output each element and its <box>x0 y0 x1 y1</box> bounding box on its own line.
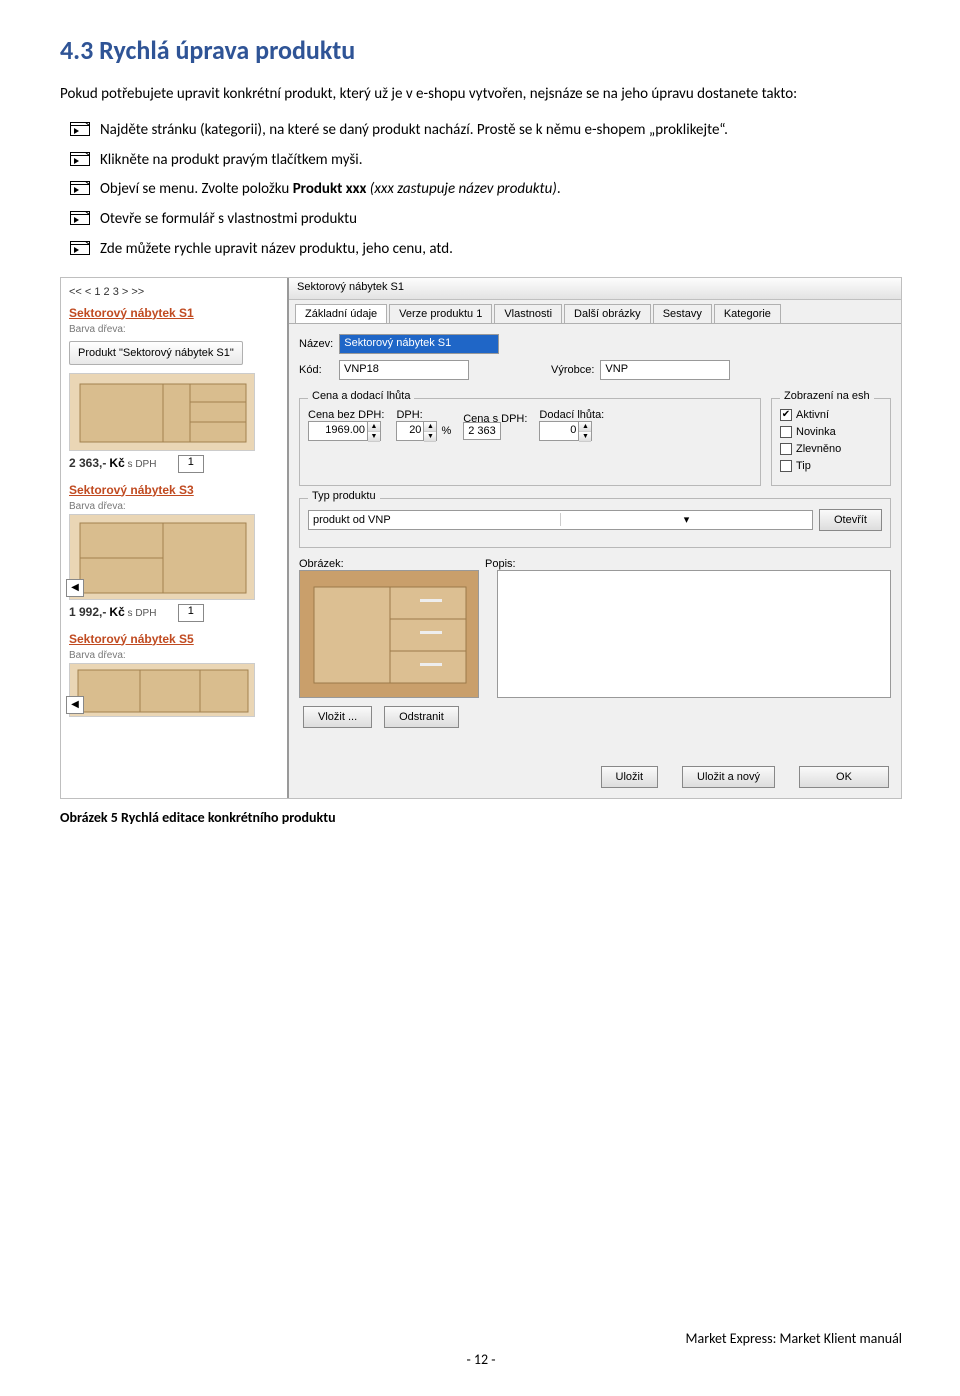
save-new-button[interactable]: Uložit a nový <box>682 766 775 788</box>
attribute-label: Barva dřeva: <box>69 650 279 661</box>
spinner-icon[interactable]: ▲▼ <box>578 421 592 441</box>
spinner-icon[interactable]: ▲▼ <box>423 421 437 441</box>
vat-label: DPH: <box>396 409 451 421</box>
bullet-text: Objeví se menu. Zvolte položku Produkt x… <box>100 179 561 201</box>
code-input[interactable]: VNP18 <box>339 360 469 380</box>
product-thumbnail[interactable]: ◀ <box>69 663 255 717</box>
delivery-input[interactable]: 0 <box>539 421 579 441</box>
bullet-window-icon <box>70 211 90 227</box>
screenshot-figure: << < 1 2 3 > >> Sektorový nábytek S1 Bar… <box>60 277 902 799</box>
insert-button[interactable]: Vložit ... <box>303 706 372 728</box>
scroll-left-icon[interactable]: ◀ <box>66 696 84 714</box>
ok-button[interactable]: OK <box>799 766 889 788</box>
price-ex-label: Cena bez DPH: <box>308 409 384 421</box>
maker-input[interactable]: VNP <box>600 360 730 380</box>
save-button[interactable]: Uložit <box>601 766 659 788</box>
tab-sets[interactable]: Sestavy <box>653 304 712 323</box>
bullet-window-icon <box>70 122 90 138</box>
figure-caption: Obrázek 5 Rychlá editace konkrétního pro… <box>60 809 902 826</box>
page-footer: Market Express: Market Klient manuál - 1… <box>60 1330 902 1368</box>
price-row: 2 363,- Kč s DPH 1 <box>69 455 279 473</box>
product-thumbnail[interactable]: ◀ <box>69 514 255 600</box>
product-link-s3[interactable]: Sektorový nábytek S3 <box>69 483 279 497</box>
tab-bar: Základní údaje Verze produktu 1 Vlastnos… <box>289 300 901 323</box>
pager[interactable]: << < 1 2 3 > >> <box>69 286 279 298</box>
pct-sign: % <box>441 425 451 437</box>
footer-brand: Market Express: Market Klient manuál <box>60 1330 902 1347</box>
qty-input[interactable]: 1 <box>178 455 204 473</box>
qty-input[interactable]: 1 <box>178 604 204 622</box>
attribute-label: Barva dřeva: <box>69 324 279 335</box>
delivery-label: Dodací lhůta: <box>539 409 604 421</box>
description-textarea[interactable] <box>497 570 891 698</box>
section-heading: 4.3 Rychlá úprava produktu <box>60 34 902 66</box>
price-in-input[interactable]: 2 363 <box>463 422 501 440</box>
context-menu-item[interactable]: Produkt "Sektorový nábytek S1" <box>69 341 243 365</box>
bullet-text: Otevře se formulář s vlastnostmi produkt… <box>100 209 357 231</box>
eshop-panel: << < 1 2 3 > >> Sektorový nábytek S1 Bar… <box>61 278 289 798</box>
spinner-icon[interactable]: ▲▼ <box>367 421 381 441</box>
type-combobox[interactable]: produkt od VNP▾ <box>308 510 813 530</box>
footer-page: - 12 - <box>60 1351 902 1368</box>
code-label: Kód: <box>299 364 333 376</box>
tab-cats[interactable]: Kategorie <box>714 304 781 323</box>
product-image-preview[interactable] <box>299 570 479 698</box>
tab-props[interactable]: Vlastnosti <box>494 304 562 323</box>
price-row: 1 992,- Kč s DPH 1 <box>69 604 279 622</box>
price-ex-input[interactable]: 1969.00 <box>308 421 368 441</box>
dialog-footer: Uložit Uložit a nový OK <box>289 760 901 798</box>
description-label: Popis: <box>485 558 891 570</box>
scroll-left-icon[interactable]: ◀ <box>66 579 84 597</box>
attribute-label: Barva dřeva: <box>69 501 279 512</box>
group-price-title: Cena a dodací lhůta <box>308 390 414 402</box>
active-checkbox[interactable]: Aktivní <box>780 409 882 421</box>
bullet-window-icon <box>70 241 90 257</box>
bullet-window-icon <box>70 181 90 197</box>
intro-paragraph: Pokud potřebujete upravit konkrétní prod… <box>60 84 902 106</box>
bullet-window-icon <box>70 152 90 168</box>
chevron-down-icon: ▾ <box>560 513 812 526</box>
tab-basic[interactable]: Základní údaje <box>295 304 387 323</box>
name-input[interactable]: Sektorový nábytek S1 <box>339 334 499 354</box>
product-link-s5[interactable]: Sektorový nábytek S5 <box>69 632 279 646</box>
novelty-checkbox[interactable]: Novinka <box>780 426 882 438</box>
vat-input[interactable]: 20 <box>396 421 424 441</box>
image-label: Obrázek: <box>299 558 479 570</box>
group-display-title: Zobrazení na esh <box>780 390 874 402</box>
discount-checkbox[interactable]: Zlevněno <box>780 443 882 455</box>
name-label: Název: <box>299 338 333 350</box>
tab-images[interactable]: Další obrázky <box>564 304 651 323</box>
group-type-title: Typ produktu <box>308 490 380 502</box>
product-thumbnail[interactable] <box>69 373 255 451</box>
maker-label: Výrobce: <box>551 364 594 376</box>
open-button[interactable]: Otevřít <box>819 509 882 531</box>
bullet-text: Zde můžete rychle upravit název produktu… <box>100 239 453 261</box>
tip-checkbox[interactable]: Tip <box>780 460 882 472</box>
dialog-titlebar[interactable]: Sektorový nábytek S1 <box>289 278 901 300</box>
product-link-s1[interactable]: Sektorový nábytek S1 <box>69 306 279 320</box>
bullet-text: Najděte stránku (kategorii), na které se… <box>100 120 728 142</box>
bullet-text: Klikněte na produkt pravým tlačítkem myš… <box>100 150 363 172</box>
product-dialog: Sektorový nábytek S1 Základní údaje Verz… <box>289 278 901 798</box>
tab-version[interactable]: Verze produktu 1 <box>389 304 492 323</box>
remove-button[interactable]: Odstranit <box>384 706 459 728</box>
